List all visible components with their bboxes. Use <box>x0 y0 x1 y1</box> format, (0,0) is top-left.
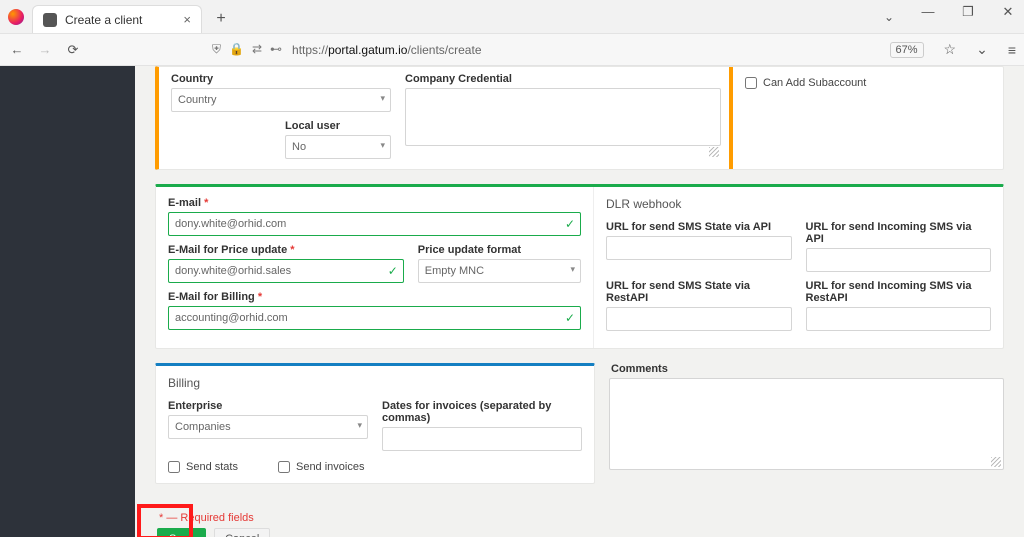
sms-state-api-input[interactable] <box>606 236 792 260</box>
email-input[interactable] <box>168 212 581 236</box>
send-invoices-label: Send invoices <box>296 461 365 473</box>
billing-title: Billing <box>168 376 582 390</box>
price-format-label: Price update format <box>418 244 581 256</box>
billing-email-input[interactable] <box>168 306 581 330</box>
url-domain: portal.gatum.io <box>328 43 407 57</box>
email-label: E-mail * <box>168 197 581 209</box>
price-format-select[interactable]: Empty MNC <box>418 259 581 283</box>
valid-check-icon: ✓ <box>565 311 575 325</box>
textarea-resize-icon[interactable] <box>991 457 1001 467</box>
cancel-button[interactable]: Cancel <box>214 528 270 537</box>
sms-state-rest-label: URL for send SMS State via RestAPI <box>606 280 792 304</box>
valid-check-icon: ✓ <box>565 217 575 231</box>
app-sidebar <box>0 66 135 537</box>
invoice-dates-label: Dates for invoices (separated by commas) <box>382 400 582 424</box>
tab-favicon-icon <box>43 13 57 27</box>
price-email-input[interactable] <box>168 259 404 283</box>
tabs-overflow-icon[interactable]: ⌄ <box>884 10 894 24</box>
can-add-subaccount-input[interactable] <box>745 77 757 89</box>
comments-label: Comments <box>611 363 1004 375</box>
window-titlebar: Create a client × + ⌄ ― ❐ ✕ <box>0 0 1024 34</box>
save-button[interactable]: Save <box>157 528 206 537</box>
enterprise-label: Enterprise <box>168 400 368 412</box>
textarea-resize-icon[interactable] <box>709 147 719 157</box>
incoming-api-label: URL for send Incoming SMS via API <box>806 221 992 245</box>
send-stats-checkbox[interactable]: Send stats <box>168 461 238 473</box>
sms-state-rest-input[interactable] <box>606 307 792 331</box>
incoming-api-input[interactable] <box>806 248 992 272</box>
local-user-select[interactable]: No <box>285 135 391 159</box>
hamburger-menu-icon[interactable]: ≡ <box>1008 42 1016 58</box>
url-text[interactable]: https://portal.gatum.io/clients/create <box>292 43 481 57</box>
nav-back-icon[interactable]: ← <box>8 42 26 57</box>
url-path: /clients/create <box>407 43 481 57</box>
dlr-panel-title: DLR webhook <box>606 197 991 211</box>
dlr-webhook-panel: DLR webhook URL for send SMS State via A… <box>593 187 1003 348</box>
send-stats-label: Send stats <box>186 461 238 473</box>
permissions-icon[interactable]: ⇄ <box>252 42 262 57</box>
can-add-subaccount-checkbox[interactable]: Can Add Subaccount <box>745 77 991 89</box>
country-select[interactable]: Country <box>171 88 391 112</box>
can-add-subaccount-label: Can Add Subaccount <box>763 77 866 89</box>
firefox-icon <box>8 9 24 25</box>
zoom-indicator[interactable]: 67% <box>890 42 924 58</box>
billing-card: Billing Enterprise Companies Dates for i… <box>155 363 595 484</box>
send-invoices-checkbox[interactable]: Send invoices <box>278 461 365 473</box>
price-email-label: E-Mail for Price update * <box>168 244 404 256</box>
window-close-icon[interactable]: ✕ <box>996 4 1020 20</box>
address-bar: ← → ⟳ ⛨ 🔒 ⇄ ⊷ https://portal.gatum.io/cl… <box>0 34 1024 66</box>
nav-forward-icon[interactable]: → <box>36 42 54 57</box>
window-restore-icon[interactable]: ❐ <box>956 4 980 20</box>
key-icon[interactable]: ⊷ <box>270 42 282 57</box>
nav-reload-icon[interactable]: ⟳ <box>64 42 82 58</box>
lock-icon[interactable]: 🔒 <box>229 42 244 57</box>
send-invoices-input[interactable] <box>278 461 290 473</box>
local-user-label: Local user <box>285 120 391 132</box>
incoming-rest-label: URL for send Incoming SMS via RestAPI <box>806 280 992 304</box>
invoice-dates-input[interactable] <box>382 427 582 451</box>
bookmark-star-icon[interactable]: ☆ <box>944 41 957 58</box>
company-credential-label: Company Credential <box>405 73 721 85</box>
client-basic-card: Country Country Local user No <box>155 66 1004 170</box>
sms-state-api-label: URL for send SMS State via API <box>606 221 792 233</box>
page-content: Country Country Local user No <box>135 66 1024 537</box>
pocket-icon[interactable]: ⌄ <box>976 41 988 58</box>
billing-email-label: E-Mail for Billing * <box>168 291 581 303</box>
country-label: Country <box>171 73 391 85</box>
url-scheme: https:// <box>292 43 328 57</box>
browser-tab[interactable]: Create a client × <box>32 5 202 33</box>
shield-icon[interactable]: ⛨ <box>212 42 221 57</box>
emails-card: E-mail * ✓ E-Mail for Price update * ✓ <box>155 184 1004 349</box>
enterprise-select[interactable]: Companies <box>168 415 368 439</box>
send-stats-input[interactable] <box>168 461 180 473</box>
tab-title: Create a client <box>65 13 142 27</box>
valid-check-icon: ✓ <box>388 264 398 278</box>
comments-textarea[interactable] <box>609 378 1004 470</box>
incoming-rest-input[interactable] <box>806 307 992 331</box>
tab-close-icon[interactable]: × <box>183 12 191 27</box>
new-tab-button[interactable]: + <box>208 6 234 32</box>
window-minimize-icon[interactable]: ― <box>916 4 940 20</box>
company-credential-input[interactable] <box>405 88 721 146</box>
required-fields-note: * — Required fields <box>159 512 1004 524</box>
